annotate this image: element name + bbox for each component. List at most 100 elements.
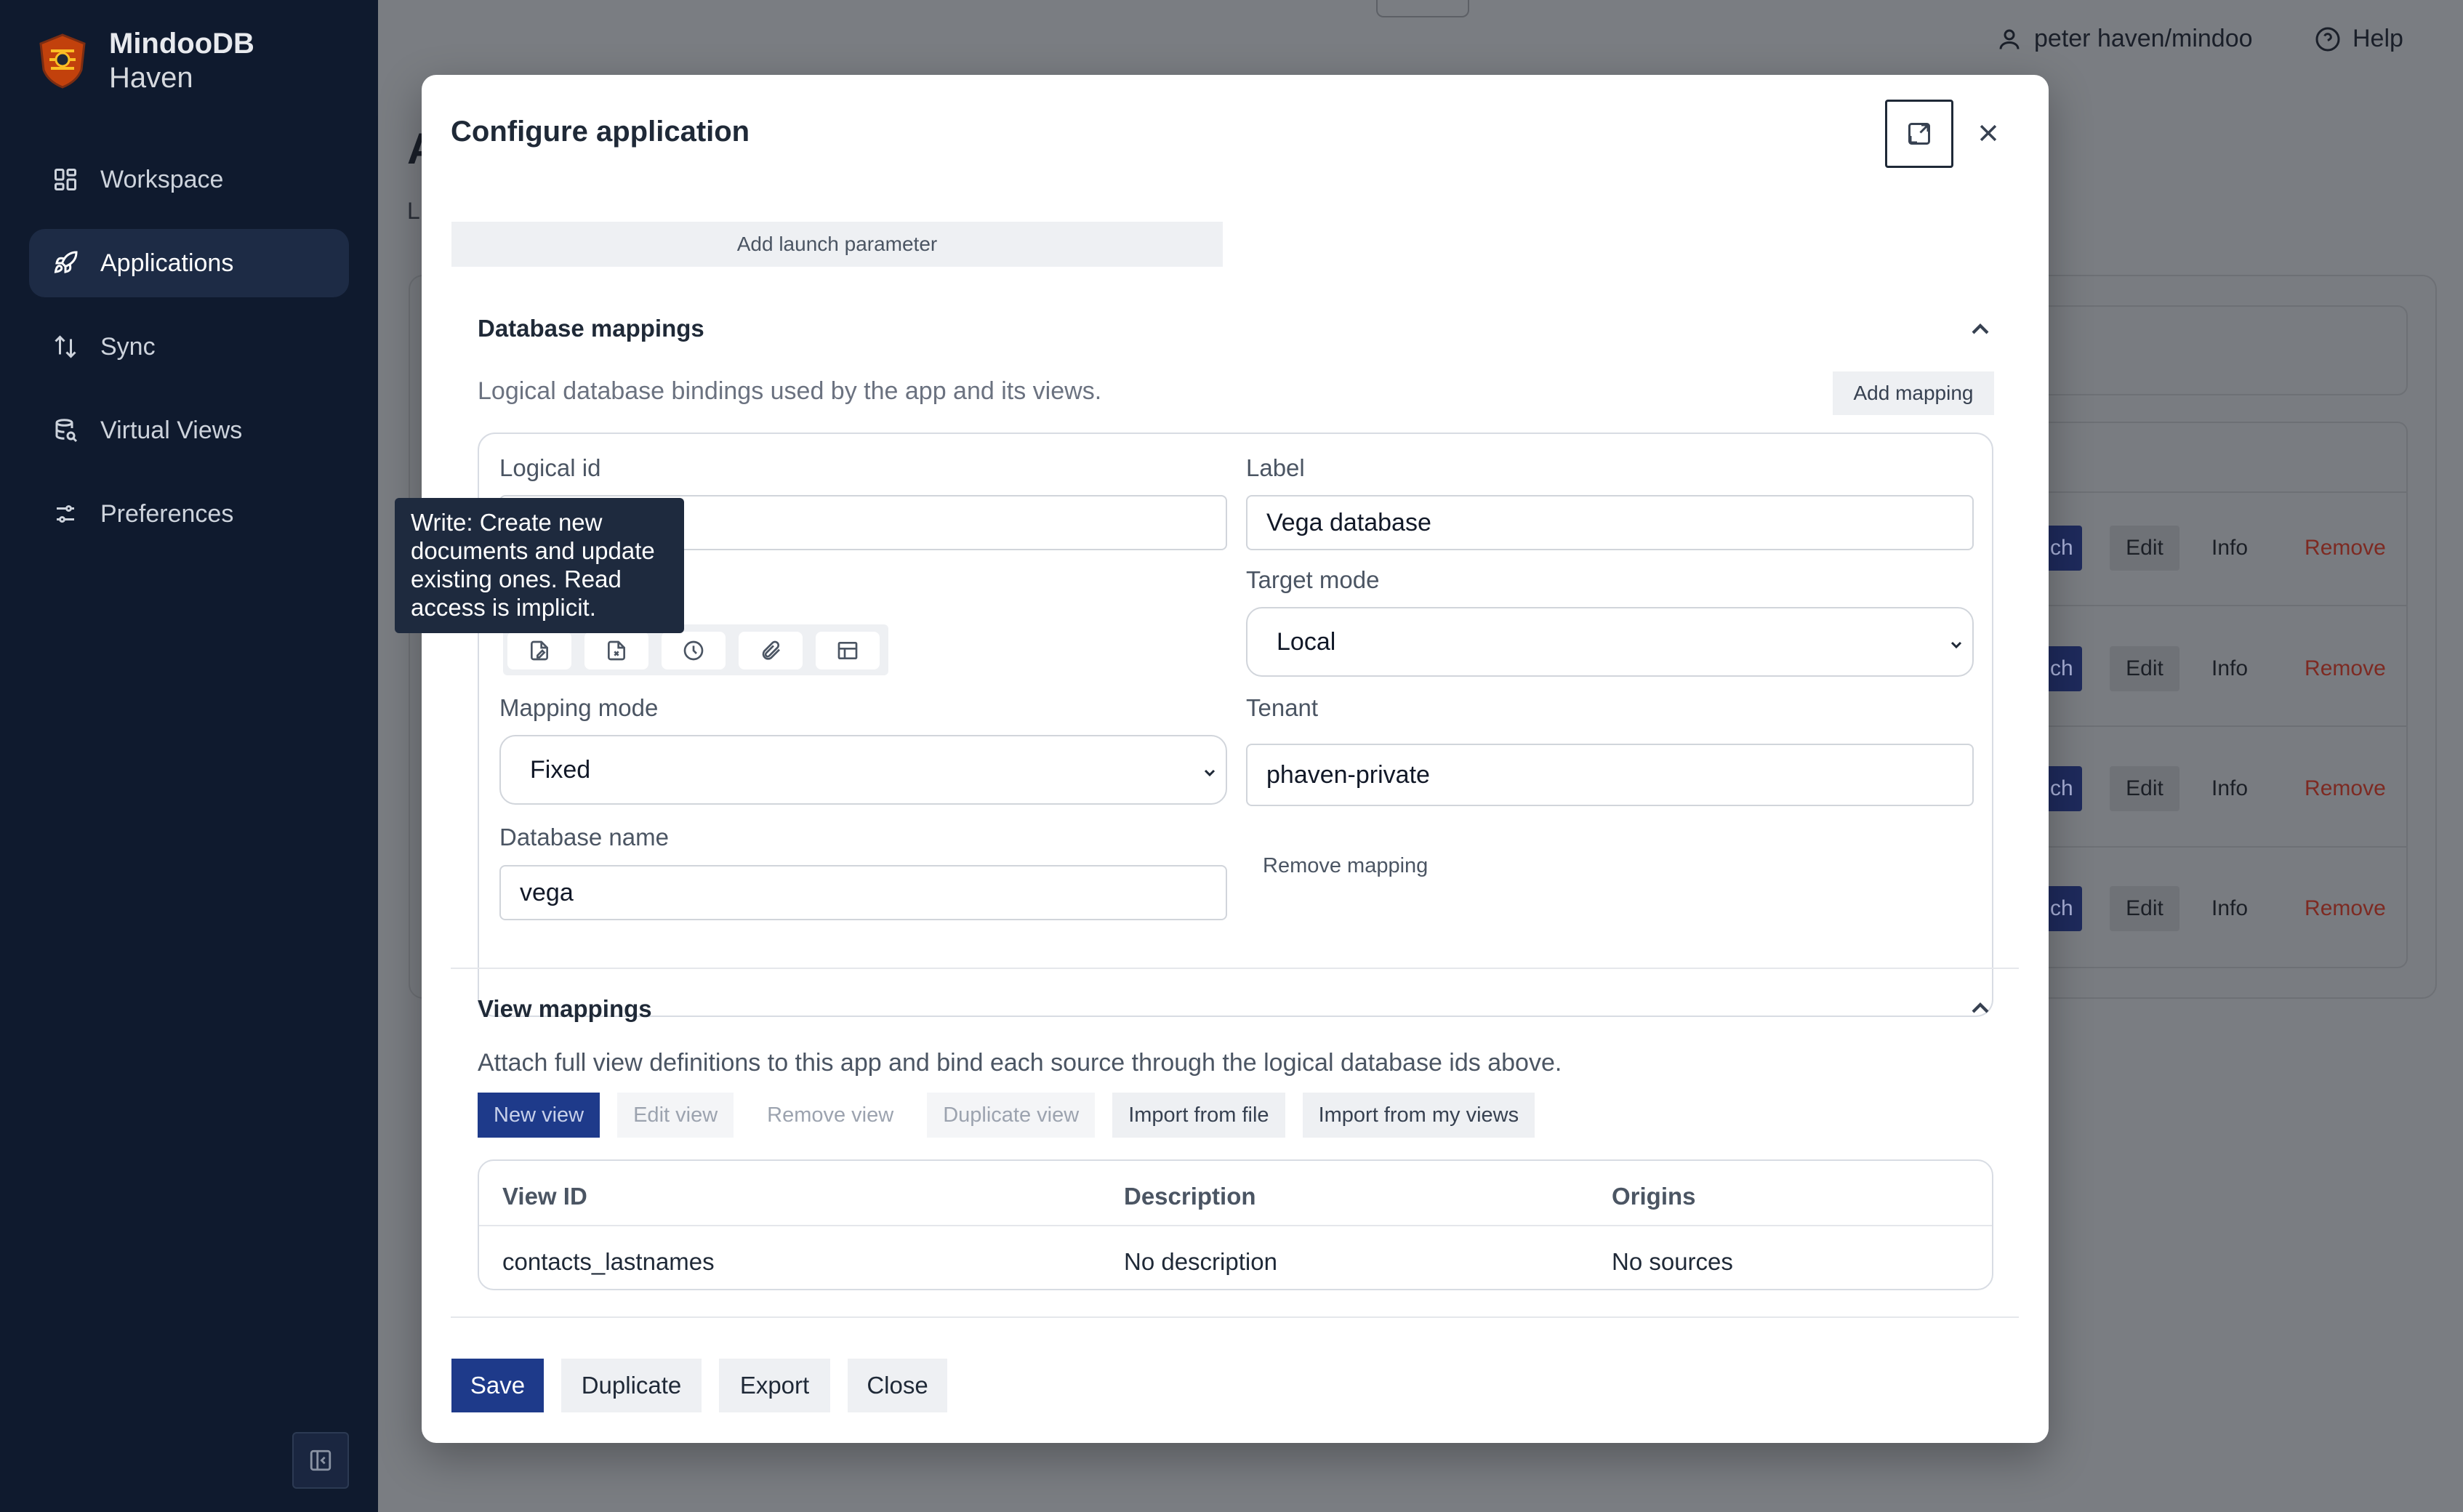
sidebar-item-label: Applications xyxy=(100,249,234,277)
user-menu[interactable]: peter haven/mindoo xyxy=(1996,25,2253,53)
new-view-button[interactable]: New view xyxy=(478,1093,600,1138)
duplicate-button[interactable]: Duplicate xyxy=(561,1359,702,1412)
divider xyxy=(2022,725,2406,727)
write-permission-button[interactable] xyxy=(507,632,571,669)
target-mode-value: Local xyxy=(1277,627,1336,656)
remove-button[interactable]: Remove xyxy=(2305,656,2386,681)
close-button[interactable]: Close xyxy=(848,1359,947,1412)
remove-button[interactable]: Remove xyxy=(2305,776,2386,801)
mapping-mode-select[interactable]: Fixed xyxy=(499,735,1227,805)
brand[interactable]: MindooDB Haven xyxy=(36,26,254,94)
delete-permission-button[interactable] xyxy=(584,632,648,669)
table-row: ch Edit Info Remove xyxy=(2044,882,2386,935)
brand-subtitle: Haven xyxy=(109,62,193,94)
sidebar-item-virtual-views[interactable]: Virtual Views xyxy=(29,396,349,465)
brand-name: MindooDB xyxy=(109,28,254,60)
edit-view-button[interactable]: Edit view xyxy=(617,1093,734,1138)
label-field[interactable]: Vega database xyxy=(1246,495,1974,550)
clock-icon xyxy=(683,640,704,661)
edit-button[interactable]: Edit xyxy=(2110,526,2179,571)
launch-button[interactable]: ch xyxy=(2044,766,2082,811)
sidebar-item-applications[interactable]: Applications xyxy=(29,229,349,297)
view-mappings-heading[interactable]: View mappings xyxy=(478,995,652,1023)
help-link[interactable]: Help xyxy=(2315,25,2403,53)
view-mappings-toolbar: New view Edit view Remove view Duplicate… xyxy=(478,1093,1552,1138)
origins-cell: No sources xyxy=(1612,1248,1733,1275)
view-id-cell[interactable]: contacts_lastnames xyxy=(502,1248,715,1276)
import-from-file-button[interactable]: Import from file xyxy=(1112,1093,1285,1138)
add-launch-parameter-button[interactable]: Add launch parameter xyxy=(451,222,1223,267)
description-cell: No description xyxy=(1124,1248,1277,1275)
rocket-icon xyxy=(51,249,80,278)
logical-id-label: Logical id xyxy=(499,454,601,481)
column-header-origins[interactable]: Origins xyxy=(1612,1183,1696,1210)
database-name-label: Database name xyxy=(499,824,669,850)
mapping-mode-value: Fixed xyxy=(530,755,591,784)
sidebar-item-sync[interactable]: Sync xyxy=(29,313,349,381)
sidebar-item-workspace[interactable]: Workspace xyxy=(29,145,349,214)
launch-button[interactable]: ch xyxy=(2044,646,2082,691)
duplicate-view-button[interactable]: Duplicate view xyxy=(927,1093,1096,1138)
chevron-up-icon[interactable] xyxy=(1966,994,1995,1023)
target-mode-label: Target mode xyxy=(1246,566,1380,593)
add-mapping-button[interactable]: Add mapping xyxy=(1833,371,1994,415)
import-from-my-views-button[interactable]: Import from my views xyxy=(1302,1093,1535,1138)
divider xyxy=(2022,846,2406,848)
edit-button[interactable]: Edit xyxy=(2110,886,2179,931)
chevron-down-icon xyxy=(1948,632,1965,649)
sidebar-item-label: Virtual Views xyxy=(100,416,243,444)
expand-icon xyxy=(1908,123,1930,145)
chevron-up-icon[interactable] xyxy=(1966,315,1995,344)
divider xyxy=(2022,491,2406,493)
database-mappings-heading[interactable]: Database mappings xyxy=(478,315,704,342)
top-drawer-handle[interactable] xyxy=(1376,0,1469,17)
column-header-description[interactable]: Description xyxy=(1124,1183,1256,1210)
info-button[interactable]: Info xyxy=(2211,896,2248,921)
configure-application-dialog: Configure application Add launch paramet… xyxy=(422,75,2049,1443)
info-button[interactable]: Info xyxy=(2211,536,2248,560)
view-mappings-description: Attach full view definitions to this app… xyxy=(478,1049,1562,1077)
page-subtitle: L xyxy=(407,198,420,224)
remove-view-button[interactable]: Remove view xyxy=(751,1093,909,1138)
remove-button[interactable]: Remove xyxy=(2305,896,2386,921)
grid-icon xyxy=(51,165,80,194)
launch-button[interactable]: ch xyxy=(2044,886,2082,931)
history-permission-button[interactable] xyxy=(662,632,726,669)
sync-arrows-icon xyxy=(51,332,80,361)
help-label: Help xyxy=(2352,25,2403,52)
user-icon xyxy=(1999,29,2020,49)
edit-button[interactable]: Edit xyxy=(2110,646,2179,691)
section-divider xyxy=(451,1316,2019,1318)
edit-button[interactable]: Edit xyxy=(2110,766,2179,811)
sliders-icon xyxy=(51,499,80,528)
info-button[interactable]: Info xyxy=(2211,656,2248,681)
target-mode-select[interactable]: Local xyxy=(1246,607,1974,677)
remove-mapping-button[interactable]: Remove mapping xyxy=(1263,854,1428,878)
save-button[interactable]: Save xyxy=(451,1359,544,1412)
help-circle-icon xyxy=(2315,27,2340,51)
database-view-icon xyxy=(51,416,80,445)
database-mappings-description: Logical database bindings used by the ap… xyxy=(478,377,1102,405)
sidebar-item-preferences[interactable]: Preferences xyxy=(29,480,349,548)
remove-button[interactable]: Remove xyxy=(2305,536,2386,560)
collapse-sidebar-button[interactable] xyxy=(292,1432,349,1489)
maximize-button[interactable] xyxy=(1885,100,1953,168)
table-icon xyxy=(837,642,858,659)
sidebar-nav: Workspace Applications Sync Virtual View… xyxy=(29,145,349,563)
views-permission-button[interactable] xyxy=(816,632,880,669)
info-button[interactable]: Info xyxy=(2211,776,2248,801)
close-dialog-button[interactable] xyxy=(1971,116,2006,150)
export-button[interactable]: Export xyxy=(719,1359,830,1412)
database-name-field[interactable]: vega xyxy=(499,865,1227,920)
chevron-down-icon xyxy=(1201,760,1218,777)
tenant-field[interactable]: phaven-private xyxy=(1246,744,1974,806)
section-divider xyxy=(451,968,2019,969)
search-panel xyxy=(2021,305,2408,395)
attachments-permission-button[interactable] xyxy=(739,632,803,669)
sidebar: MindooDB Haven Workspace Applications Sy… xyxy=(0,0,378,1512)
user-name: peter haven/mindoo xyxy=(2034,25,2253,52)
table-row: ch Edit Info Remove xyxy=(2044,522,2386,574)
launch-button[interactable]: ch xyxy=(2044,526,2082,571)
column-header-view-id[interactable]: View ID xyxy=(502,1183,587,1210)
sidebar-item-label: Sync xyxy=(100,332,156,361)
